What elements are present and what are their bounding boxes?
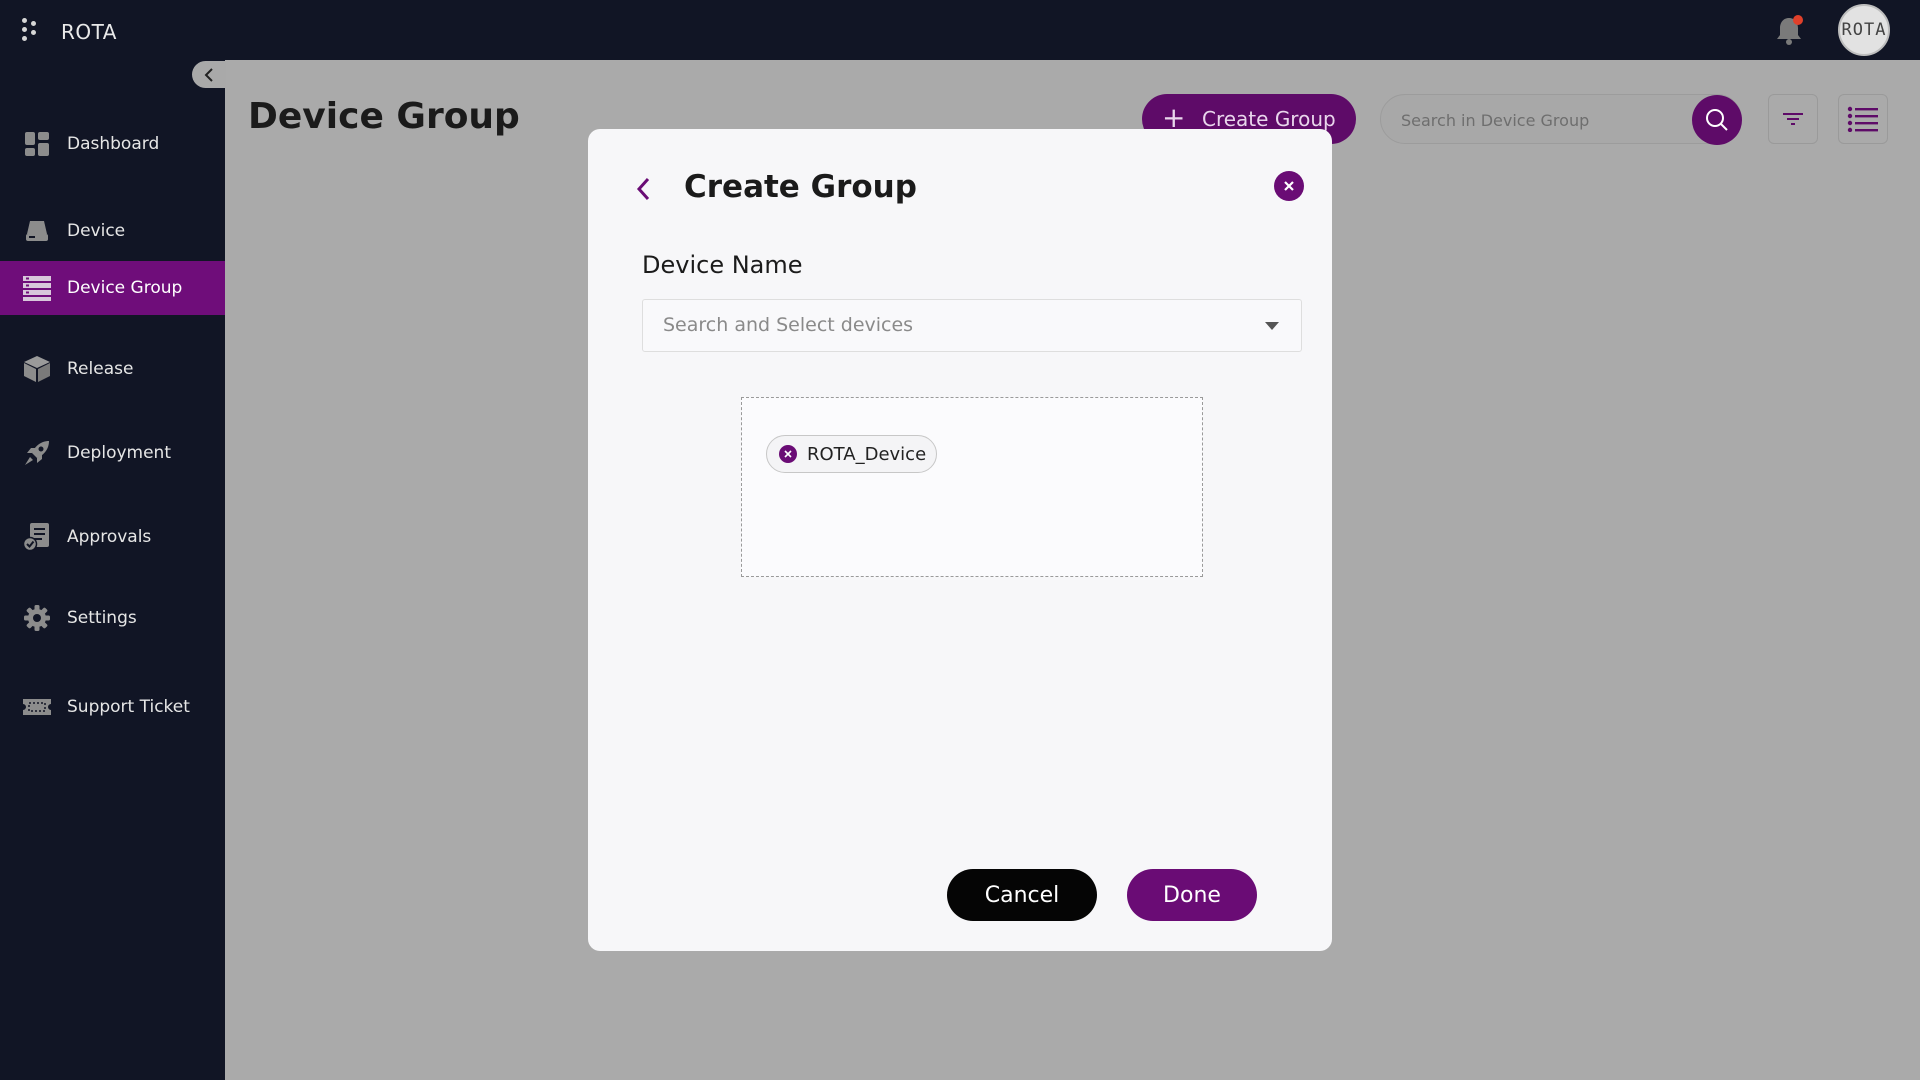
sidebar-item-label: Device	[67, 221, 126, 241]
sidebar-item-label: Release	[67, 359, 134, 379]
sidebar-item-release[interactable]: Release	[0, 342, 225, 396]
sidebar-item-label: Settings	[67, 608, 137, 628]
device-chip-label: ROTA_Device	[807, 443, 927, 465]
create-group-label: Create Group	[1202, 107, 1336, 131]
close-dialog-button[interactable]	[1274, 171, 1304, 201]
box-icon	[22, 354, 52, 384]
back-button[interactable]	[628, 171, 658, 207]
sidebar-item-settings[interactable]: Settings	[0, 591, 225, 645]
page-title: Device Group	[248, 96, 520, 137]
search-icon	[1706, 109, 1728, 131]
device-icon	[22, 216, 52, 246]
search-button[interactable]	[1692, 95, 1742, 145]
close-icon	[1284, 181, 1294, 191]
device-group-icon	[22, 273, 52, 303]
sidebar-item-label: Deployment	[67, 443, 171, 463]
plus-icon: +	[1162, 101, 1186, 134]
sidebar: Dashboard Device Device Group Release De…	[0, 60, 225, 1080]
sidebar-item-deployment[interactable]: Deployment	[0, 426, 225, 480]
rocket-icon	[22, 438, 52, 468]
device-name-label: Device Name	[642, 251, 803, 279]
search-box	[1380, 94, 1742, 144]
app-menu-icon[interactable]	[22, 18, 42, 48]
approvals-icon	[22, 522, 52, 552]
sidebar-item-device[interactable]: Device	[0, 204, 225, 258]
ticket-icon	[22, 692, 52, 722]
sidebar-item-label: Device Group	[67, 278, 183, 298]
filter-button[interactable]	[1768, 94, 1818, 144]
sidebar-item-support-ticket[interactable]: Support Ticket	[0, 680, 225, 734]
search-input[interactable]	[1401, 108, 1661, 132]
app-name: ROTA	[61, 20, 117, 44]
list-icon	[1847, 106, 1878, 132]
bell-icon[interactable]	[1774, 14, 1804, 46]
create-group-dialog: Create Group Device Name Search and Sele…	[588, 129, 1332, 951]
list-view-button[interactable]	[1838, 94, 1888, 144]
device-chip: ROTA_Device	[766, 435, 938, 473]
device-select-dropdown[interactable]: Search and Select devices	[642, 299, 1302, 352]
dashboard-icon	[22, 129, 52, 159]
chevron-left-icon	[204, 67, 213, 82]
user-avatar[interactable]: ROTA	[1838, 4, 1890, 56]
chevron-left-icon	[636, 177, 650, 201]
sidebar-item-device-group[interactable]: Device Group	[0, 261, 225, 315]
sidebar-item-label: Approvals	[67, 527, 152, 547]
remove-chip-icon[interactable]	[779, 445, 797, 463]
gear-icon	[22, 603, 52, 633]
device-select-placeholder: Search and Select devices	[663, 314, 914, 336]
chevron-down-icon	[1265, 322, 1279, 330]
done-button[interactable]: Done	[1127, 869, 1257, 921]
sidebar-item-label: Dashboard	[67, 134, 160, 154]
sidebar-item-approvals[interactable]: Approvals	[0, 510, 225, 564]
cancel-button[interactable]: Cancel	[947, 869, 1097, 921]
top-bar: ROTA ROTA	[0, 0, 1920, 60]
selected-devices-area: ROTA_Device	[741, 397, 1203, 577]
collapse-sidebar-button[interactable]	[192, 61, 226, 88]
sidebar-item-label: Support Ticket	[67, 697, 190, 717]
sidebar-item-dashboard[interactable]: Dashboard	[0, 117, 225, 171]
filter-icon	[1783, 113, 1803, 125]
dialog-title: Create Group	[684, 169, 917, 205]
